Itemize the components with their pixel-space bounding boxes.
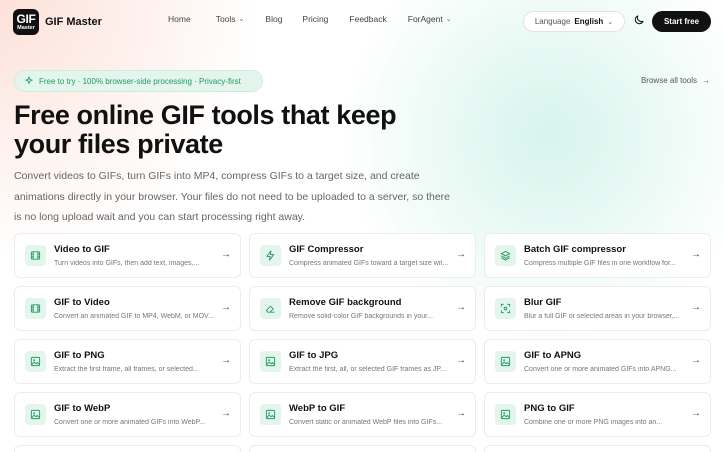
chevron-down-icon: ⌄ [607,18,614,26]
tool-card-description: Extract the first frame, all frames, or … [54,366,199,373]
arrow-right-icon: → [691,408,701,419]
bolt-icon [260,245,281,266]
tool-card-title: Batch GIF compressor [524,244,626,255]
page-title: Free online GIF tools that keep your fil… [14,100,397,159]
tool-card-description: Convert one or more animated GIFs into W… [54,419,206,426]
language-selector[interactable]: Language English ⌄ [523,11,625,32]
tool-card-video-to-gif[interactable]: Video to GIF Turn videos into GIFs, then … [14,233,241,278]
tool-card-batch-gif-compressor[interactable]: Batch GIF compressor Compress multiple GI… [484,233,711,278]
nav-feedback-label: Feedback [349,14,387,24]
hero-badge-text: Free to try · 100% browser-side processi… [39,76,241,86]
tool-card-partial [249,445,476,452]
tool-card-description: Extract the first, all, or selected GIF … [289,366,447,373]
nav-pricing[interactable]: Pricing [302,14,328,24]
tool-card-remove-gif-background[interactable]: Remove GIF background Remove solid-color … [249,286,476,331]
logo-mark-line2: Master [17,24,35,31]
film-icon [25,245,46,266]
main-nav: Home Tools ⌄ Blog Pricing Feedback ForAge… [168,14,452,24]
arrow-right-icon: → [456,355,466,366]
browse-all-tools-link[interactable]: Browse all tools → [641,76,710,85]
film-icon [25,298,46,319]
tool-card-title: GIF to APNG [524,350,582,361]
layers-icon [495,245,516,266]
hero-badge: Free to try · 100% browser-side processi… [14,70,263,92]
tool-card-gif-to-png[interactable]: GIF to PNG Extract the first frame, all f… [14,339,241,384]
image-icon [260,351,281,372]
tool-card-gif-to-webp[interactable]: GIF to WebP Convert one or more animated … [14,392,241,437]
tool-card-title: GIF Compressor [289,244,364,255]
nav-feedback[interactable]: Feedback [349,14,386,24]
tool-card-gif-to-apng[interactable]: GIF to APNG Convert one or more animated … [484,339,711,384]
tool-card-description: Compress animated GIFs toward a target s… [289,260,449,267]
site-header: GIF Master GIF Master Home Tools ⌄ Blog P… [0,0,724,42]
nav-home[interactable]: Home [168,14,191,24]
arrow-right-icon: → [221,302,231,313]
chevron-down-icon: ⌄ [238,16,245,23]
arrow-right-icon: → [456,249,466,260]
tool-card-description: Remove solid-color GIF backgrounds in yo… [289,313,433,320]
tool-card-title: Video to GIF [54,244,110,255]
tool-card-gif-to-video[interactable]: GIF to Video Convert an animated GIF to M… [14,286,241,331]
tool-card-description: Convert static or animated WebP files in… [289,419,443,426]
browse-all-tools-label: Browse all tools [640,76,697,85]
tool-card-png-to-gif[interactable]: PNG to GIF Combine one or more PNG images… [484,392,711,437]
image-icon [495,404,516,425]
arrow-right-icon: → [702,76,710,85]
tool-card-gif-compressor[interactable]: GIF Compressor Compress animated GIFs tow… [249,233,476,278]
tool-card-title: PNG to GIF [524,403,575,414]
arrow-right-icon: → [691,355,701,366]
nav-blog-label: Blog [265,14,283,24]
tools-grid: Video to GIF Turn videos into GIFs, then … [14,233,711,452]
arrow-right-icon: → [691,249,701,260]
tool-card-title: Blur GIF [524,297,562,308]
nav-blog[interactable]: Blog [265,14,282,24]
nav-tools[interactable]: Tools ⌄ [216,14,245,24]
arrow-right-icon: → [456,302,466,313]
tool-card-description: Turn videos into GIFs, then add text, im… [54,260,200,267]
image-icon [25,351,46,372]
tool-card-title: Remove GIF background [289,297,402,308]
arrow-right-icon: → [221,408,231,419]
logo-mark-line1: GIF [16,11,36,26]
tool-card-webp-to-gif[interactable]: WebP to GIF Convert static or animated We… [249,392,476,437]
nav-tools-label: Tools [215,14,236,24]
arrow-right-icon: → [691,302,701,313]
tool-card-partial [14,445,241,452]
tool-card-title: WebP to GIF [289,403,346,414]
logo-mark: GIF Master [13,9,39,35]
tool-card-description: Blur a full GIF or selected areas in you… [524,313,680,320]
tool-card-description: Combine one or more PNG images into an..… [524,419,663,426]
page-subtitle: Convert videos to GIFs, turn GIFs into M… [14,170,451,223]
moon-icon[interactable] [633,14,645,26]
sparkle-icon [25,76,33,84]
eraser-icon [260,298,281,319]
arrow-right-icon: → [221,355,231,366]
nav-foragent[interactable]: ForAgent ⌄ [408,14,452,24]
nav-home-label: Home [168,14,191,24]
tool-card-description: Convert one or more animated GIFs into A… [524,366,677,373]
tool-card-title: GIF to WebP [54,403,111,414]
brand-logo[interactable]: GIF Master GIF Master [13,9,102,35]
tool-card-partial [484,445,711,452]
tool-card-blur-gif[interactable]: Blur GIF Blur a full GIF or selected area… [484,286,711,331]
language-label: Language [534,17,571,26]
tool-card-gif-to-jpg[interactable]: GIF to JPG Extract the first, all, or sel… [249,339,476,384]
tool-card-description: Convert an animated GIF to MP4, WebM, or… [54,313,214,320]
tool-card-title: GIF to PNG [54,350,105,361]
start-free-button[interactable]: Start free [652,11,711,32]
tool-card-title: GIF to Video [54,297,110,308]
arrow-right-icon: → [456,408,466,419]
tool-card-title: GIF to JPG [289,350,339,361]
nav-pricing-label: Pricing [302,14,329,24]
image-icon [25,404,46,425]
chevron-down-icon: ⌄ [445,16,452,23]
focus-icon [495,298,516,319]
arrow-right-icon: → [221,249,231,260]
brand-name: GIF Master [45,16,102,28]
nav-foragent-label: ForAgent [407,14,443,24]
language-value: English [574,17,604,26]
tool-card-description: Compress multiple GIF files in one workf… [524,260,676,267]
image-icon [495,351,516,372]
image-icon [260,404,281,425]
